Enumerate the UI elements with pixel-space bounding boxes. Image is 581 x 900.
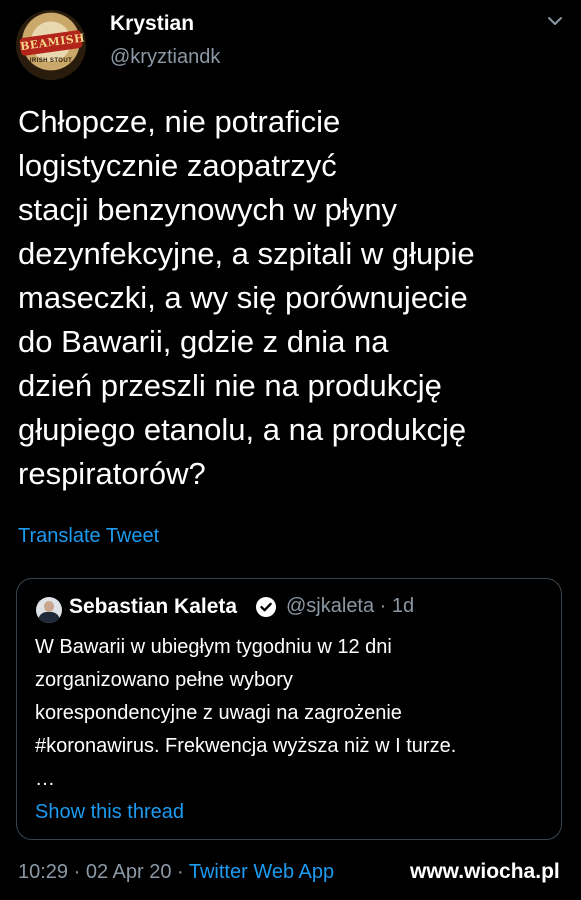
tweet-datetime[interactable]: 10:29 · 02 Apr 20 · (18, 861, 189, 883)
author-display-name[interactable]: Krystian (110, 12, 194, 36)
tweet-text-line: logistycznie zaopatrzyć (18, 148, 337, 183)
tweet-text-line: respiratorów? (18, 456, 206, 491)
avatar-brand-text: BEAMISH (19, 29, 86, 57)
show-thread-link[interactable]: Show this thread (35, 801, 184, 824)
verified-badge-icon (256, 597, 276, 617)
tweet-text-line: stacji benzynowych w płyny (18, 192, 398, 227)
author-handle[interactable]: @kryztiandk (110, 46, 220, 69)
avatar-sub-text: IRISH STOUT (29, 58, 73, 64)
tweet-text-line: głupiego etanolu, a na produkcję (18, 412, 467, 447)
quoted-text-line: W Bawarii w ubiegłym tygodniu w 12 dni (35, 636, 392, 658)
translate-tweet-link[interactable]: Translate Tweet (18, 525, 159, 548)
author-avatar[interactable]: BEAMISH IRISH STOUT (16, 10, 86, 80)
quoted-text-line: korespondencyjne z uwagi na zagrożenie (35, 702, 402, 724)
tweet-text-line: do Bawarii, gdzie z dnia na (18, 324, 389, 359)
quoted-text-line: #koronawirus. Frekwencja wyższa niż w I … (35, 735, 457, 757)
quoted-author-handle: @sjkaleta · 1d (286, 595, 415, 617)
chevron-down-icon[interactable] (546, 12, 564, 30)
tweet-text-line: maseczki, a wy się porównujecie (18, 280, 468, 315)
quoted-tweet-text: W Bawarii w ubiegłym tygodniu w 12 dni z… (35, 631, 550, 796)
quoted-text-line: zorganizowano pełne wybory (35, 669, 293, 691)
tweet-text-line: dzień przeszli nie na produkcję (18, 368, 442, 403)
quoted-author-name: Sebastian Kaleta (69, 595, 238, 618)
quoted-author-avatar (36, 597, 62, 623)
tweet-source-link[interactable]: Twitter Web App (189, 861, 334, 883)
tweet-text-line: dezynfekcyjne, a szpitali w głupie (18, 236, 475, 271)
site-watermark: www.wiocha.pl (410, 860, 560, 883)
tweet-text-line: Chłopcze, nie potraficie (18, 104, 341, 139)
tweet-text: Chłopcze, nie potraficie logistycznie za… (18, 100, 563, 496)
tweet-meta: 10:29 · 02 Apr 20 · Twitter Web App (18, 861, 334, 884)
quoted-text-line: … (35, 768, 55, 790)
quoted-tweet-card[interactable]: Sebastian Kaleta @sjkaleta · 1d W Bawari… (16, 578, 562, 840)
